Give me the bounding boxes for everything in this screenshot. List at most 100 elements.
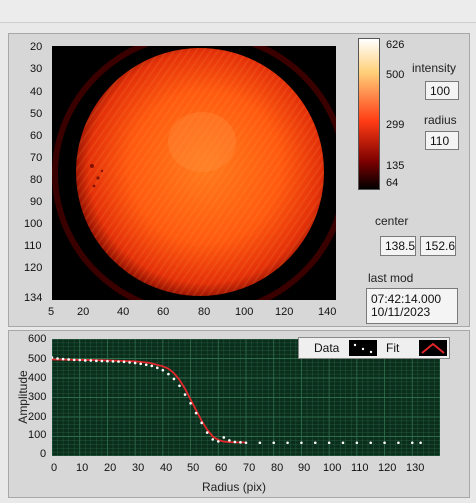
center-label: center — [375, 214, 409, 228]
profile-y-tick: 400 — [28, 372, 47, 384]
profile-x-tick: 80 — [271, 462, 284, 474]
profile-x-tick: 110 — [351, 462, 369, 474]
data-point — [150, 364, 154, 368]
profile-y-axis-label: Amplitude — [16, 370, 30, 424]
radius-input[interactable]: 110 — [425, 131, 459, 150]
profile-x-tick: 40 — [160, 462, 173, 474]
data-point — [122, 360, 126, 364]
intensity-image[interactable] — [52, 46, 336, 300]
data-point — [228, 439, 231, 442]
profile-x-tick: 10 — [76, 462, 89, 474]
profile-x-tick: 90 — [298, 462, 311, 474]
data-point — [383, 441, 386, 445]
data-point — [272, 441, 276, 445]
data-point — [205, 431, 209, 434]
data-point — [106, 359, 109, 363]
data-point — [95, 359, 98, 363]
intensity-image-svg — [52, 46, 336, 300]
center-x-input[interactable]: 138.5 — [380, 236, 416, 256]
image-x-tick: 60 — [157, 306, 170, 318]
data-point — [239, 441, 242, 444]
data-point — [83, 359, 87, 362]
data-point — [61, 357, 65, 361]
colorbar-label: 299 — [386, 119, 405, 131]
image-x-tick: 20 — [77, 306, 90, 318]
last-mod-display: 07:42:14.000 10/11/2023 — [366, 288, 458, 324]
data-point — [128, 361, 131, 364]
profile-x-tick: 120 — [378, 462, 397, 474]
profile-x-tick: 100 — [323, 462, 342, 474]
data-point — [419, 441, 422, 445]
image-y-tick: 60 — [30, 130, 43, 142]
profile-x-tick: 60 — [215, 462, 228, 474]
data-point — [410, 441, 414, 445]
colorbar[interactable] — [358, 38, 380, 190]
image-y-tick: 120 — [24, 262, 43, 274]
window-top-strip — [0, 0, 476, 23]
data-point — [89, 359, 93, 362]
data-point — [178, 384, 181, 388]
colorbar-label: 500 — [386, 69, 405, 81]
data-point — [172, 377, 176, 381]
colorbar-gradient — [359, 39, 379, 189]
image-y-tick: 50 — [30, 108, 43, 120]
profile-x-tick: 70 — [243, 462, 256, 474]
data-point — [355, 441, 359, 445]
image-y-tick: 110 — [24, 240, 42, 252]
profile-x-tick: 20 — [104, 462, 117, 474]
profile-x-axis-label: Radius (pix) — [202, 480, 267, 494]
center-y-input[interactable]: 152.6 — [420, 236, 456, 256]
legend-fit-label: Fit — [386, 341, 400, 355]
image-y-tick: 70 — [30, 152, 43, 164]
image-y-tick: 90 — [30, 196, 43, 208]
data-point — [167, 372, 170, 376]
profile-x-tick: 50 — [187, 462, 200, 474]
data-point — [133, 361, 137, 365]
data-point — [189, 402, 192, 405]
data-point — [183, 393, 187, 396]
data-point — [111, 360, 115, 363]
data-point — [117, 360, 120, 363]
profile-x-tick: 0 — [51, 462, 58, 474]
colorbar-label: 135 — [386, 160, 405, 172]
data-point — [216, 440, 220, 443]
intensity-input[interactable]: 100 — [425, 81, 459, 100]
data-point — [78, 358, 82, 362]
image-y-tick: 20 — [30, 41, 43, 53]
profile-y-tick: 600 — [28, 333, 47, 345]
image-y-tick: 30 — [30, 63, 43, 75]
data-point — [72, 358, 76, 362]
data-point — [313, 441, 317, 445]
data-point — [139, 362, 142, 366]
profile-y-tick: 0 — [40, 448, 47, 460]
last-mod-date: 10/11/2023 — [371, 305, 431, 319]
data-point — [144, 363, 148, 367]
last-mod-label: last mod — [368, 271, 414, 285]
image-x-tick: 40 — [117, 306, 130, 318]
profile-y-tick: 200 — [28, 411, 47, 423]
image-x-tick: 80 — [198, 306, 211, 318]
data-point — [327, 441, 331, 445]
image-y-tick: 100 — [24, 218, 43, 230]
plot-legend[interactable]: Data Fit — [298, 337, 450, 359]
data-point — [369, 441, 373, 445]
colorbar-label: 64 — [386, 177, 399, 189]
image-y-tick: 40 — [30, 86, 43, 98]
image-x-tick: 100 — [235, 306, 254, 318]
intensity-label: intensity — [412, 61, 457, 75]
data-point — [397, 441, 400, 445]
profile-y-tick: 100 — [28, 429, 47, 441]
image-y-tick: 134 — [24, 292, 43, 304]
image-x-tick: 5 — [48, 306, 55, 318]
legend-data-swatch — [349, 340, 377, 356]
data-point — [258, 441, 262, 445]
data-point — [341, 441, 345, 445]
data-point — [194, 411, 198, 415]
profile-y-tick: 300 — [28, 391, 47, 403]
legend-fit-swatch — [419, 340, 447, 356]
data-point — [67, 358, 70, 361]
data-point — [100, 359, 104, 363]
legend-data-label: Data — [314, 341, 340, 355]
image-x-tick: 140 — [318, 306, 337, 318]
colorbar-label: 626 — [386, 39, 405, 51]
